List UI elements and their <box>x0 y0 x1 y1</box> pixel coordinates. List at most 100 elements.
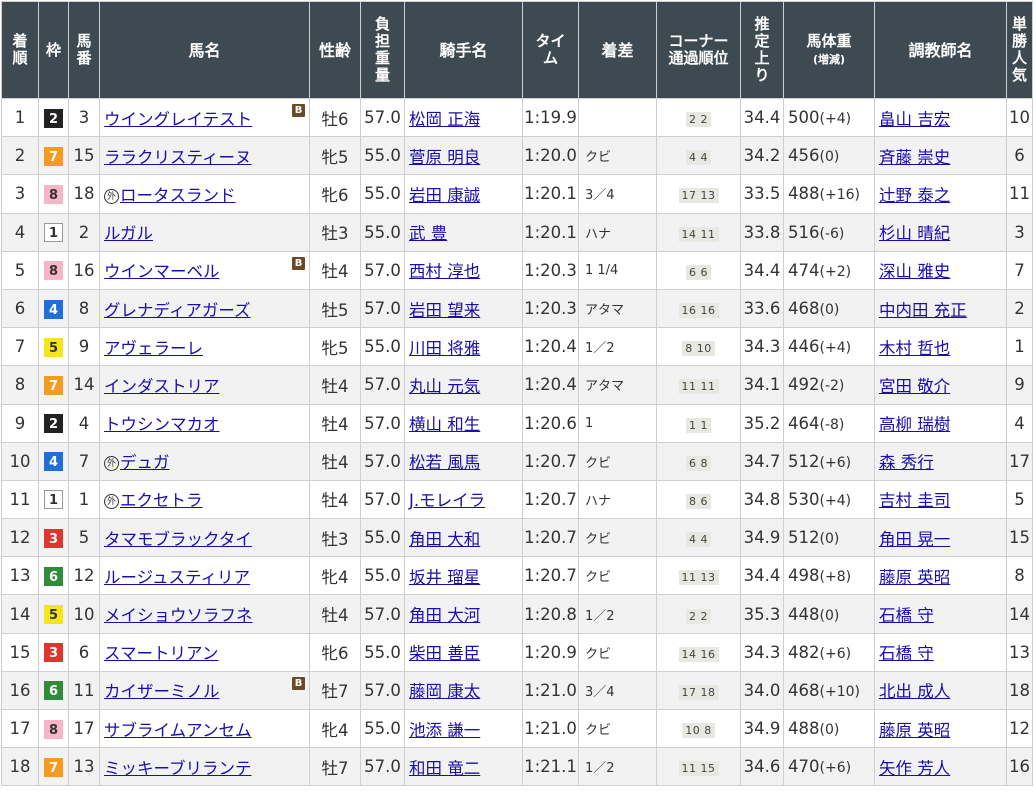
time-cell: 1:21.0 <box>522 670 579 711</box>
weight-cell: 57.0 <box>360 403 405 443</box>
jockey-link[interactable]: 武 豊 <box>409 224 447 243</box>
trainer-link[interactable]: 角田 晃一 <box>879 530 950 549</box>
horse-name-link[interactable]: インダストリア <box>104 377 220 396</box>
jockey-cell: 横山 和生 <box>404 403 523 443</box>
popularity-cell: 6 <box>1006 136 1033 176</box>
jockey-link[interactable]: 岩田 康誠 <box>409 186 480 205</box>
body-weight-change: (0) <box>819 302 840 319</box>
margin-cell: クビ <box>578 556 657 596</box>
jockey-link[interactable]: 角田 大和 <box>409 530 480 549</box>
trainer-link[interactable]: 木村 哲也 <box>879 339 950 358</box>
trainer-link[interactable]: 斉藤 崇史 <box>879 148 950 167</box>
jockey-link[interactable]: 藤岡 康太 <box>409 682 480 701</box>
corner-cell: 14 16 <box>656 632 741 672</box>
jockey-link[interactable]: 柴田 善臣 <box>409 644 480 663</box>
horse-name-link[interactable]: カイザーミノル <box>104 682 220 701</box>
trainer-link[interactable]: 矢作 芳人 <box>879 759 950 778</box>
jockey-link[interactable]: 西村 淳也 <box>409 262 480 281</box>
horse-name-link[interactable]: デュガ <box>120 453 170 472</box>
trainer-cell: 辻野 泰之 <box>874 174 1007 214</box>
header-rank: 着 順 <box>1 1 39 99</box>
horse-name-link[interactable]: タマモブラックタイ <box>104 530 252 549</box>
trainer-link[interactable]: 藤原 英昭 <box>879 568 950 587</box>
horse-name-cell: ウイングレイテスト B <box>99 97 310 138</box>
horse-name-link[interactable]: サブライムアンセム <box>104 721 252 740</box>
trainer-link[interactable]: 畠山 吉宏 <box>879 110 950 129</box>
body-weight-cell: 468(+10) <box>783 670 875 711</box>
horse-name-link[interactable]: ウインマーベル <box>104 262 220 281</box>
corner-positions: 6 8 <box>686 455 711 471</box>
jockey-link[interactable]: 丸山 元気 <box>409 377 480 396</box>
jockey-link[interactable]: 池添 謙一 <box>409 721 480 740</box>
horse-name-cell: サブライムアンセム <box>99 708 310 749</box>
horse-name-link[interactable]: ロータスランド <box>120 186 236 205</box>
jockey-link[interactable]: 岩田 望来 <box>409 301 480 320</box>
weight-cell: 55.0 <box>360 556 405 596</box>
time-cell: 1:20.7 <box>522 518 579 558</box>
frame-cell: 4 <box>38 288 69 329</box>
trainer-link[interactable]: 藤原 英昭 <box>879 721 950 740</box>
jockey-link[interactable]: 横山 和生 <box>409 415 480 434</box>
jockey-link[interactable]: 菅原 明良 <box>409 148 480 167</box>
trainer-link[interactable]: 宮田 敬介 <box>879 377 950 396</box>
body-weight-change: (+8) <box>819 569 852 586</box>
body-weight-cell: 482(+6) <box>783 632 875 672</box>
jockey-link[interactable]: J.モレイラ <box>409 491 485 510</box>
jockey-link[interactable]: 松若 風馬 <box>409 453 480 472</box>
horse-name-link[interactable]: スマートリアン <box>104 644 218 663</box>
body-weight-value: 470 <box>788 757 820 777</box>
horse-name-link[interactable]: ミッキーブリランテ <box>104 759 252 778</box>
table-row: 11 1 1 外エクセトラ 牡4 57.0 J.モレイラ 1:20.7 ハナ 8 6 34.8 530… <box>1 479 1033 520</box>
trainer-link[interactable]: 北出 成人 <box>879 682 950 701</box>
trainer-link[interactable]: 辻野 泰之 <box>879 186 950 205</box>
horse-name-link[interactable]: メイショウソラフネ <box>104 606 253 625</box>
corner-cell: 17 18 <box>656 670 741 711</box>
horse-name-link[interactable]: グレナディアガーズ <box>104 301 251 320</box>
margin-cell: 1 <box>578 403 657 443</box>
horse-name-link[interactable]: トウシンマカオ <box>104 415 220 434</box>
table-row: 9 2 4 トウシンマカオ 牡4 57.0 横山 和生 1:20.6 1 1 1 35.2 464(-… <box>1 403 1033 443</box>
jockey-link[interactable]: 川田 将雅 <box>409 339 480 358</box>
rank-cell: 3 <box>1 174 39 214</box>
table-row: 5 8 16 ウインマーベル B 牡4 57.0 西村 淳也 1:20.3 1 1/4 6 6 34.… <box>1 250 1033 290</box>
trainer-link[interactable]: 中内田 充正 <box>879 301 967 320</box>
trainer-link[interactable]: 森 秀行 <box>879 453 934 472</box>
margin-cell: アタマ <box>578 288 657 329</box>
horse-name-link[interactable]: エクセトラ <box>120 491 203 510</box>
last3f-cell: 34.1 <box>740 365 784 405</box>
body-weight-change: (+10) <box>819 683 860 700</box>
trainer-link[interactable]: 吉村 圭司 <box>879 491 950 510</box>
jockey-link[interactable]: 角田 大河 <box>409 606 480 625</box>
trainer-link[interactable]: 石橋 守 <box>879 606 934 625</box>
jockey-link[interactable]: 和田 竜二 <box>409 759 480 778</box>
margin-cell: クビ <box>578 441 657 481</box>
body-weight-value: 482 <box>788 642 820 662</box>
horse-name-link[interactable]: ララクリスティーヌ <box>104 148 252 167</box>
rank-cell: 18 <box>1 747 39 787</box>
trainer-cell: 深山 雅史 <box>874 250 1007 290</box>
jockey-cell: 菅原 明良 <box>404 136 523 176</box>
number-cell: 13 <box>68 747 100 787</box>
frame-badge: 5 <box>44 605 63 625</box>
corner-positions: 8 6 <box>686 493 711 509</box>
foreign-horse-icon: 外 <box>104 456 119 472</box>
jockey-link[interactable]: 松岡 正海 <box>409 110 480 129</box>
horse-name-link[interactable]: ルガル <box>104 224 153 243</box>
body-weight-value: 512 <box>788 451 820 471</box>
time-cell: 1:21.0 <box>522 708 579 749</box>
trainer-cell: 矢作 芳人 <box>874 747 1007 787</box>
horse-name-link[interactable]: ウイングレイテスト <box>104 110 252 129</box>
header-num: 馬 番 <box>68 1 100 99</box>
trainer-link[interactable]: 高柳 瑞樹 <box>879 415 950 434</box>
trainer-link[interactable]: 杉山 晴紀 <box>879 224 950 243</box>
trainer-link[interactable]: 深山 雅史 <box>879 262 950 281</box>
table-row: 15 3 6 スマートリアン 牝6 55.0 柴田 善臣 1:20.9 クビ 14 16 34.3 4… <box>1 632 1033 672</box>
body-weight-value: 448 <box>788 604 820 624</box>
horse-name-link[interactable]: アヴェラーレ <box>104 339 203 358</box>
sex-age-cell: 牝4 <box>309 708 361 749</box>
popularity-cell: 3 <box>1006 212 1033 252</box>
trainer-link[interactable]: 石橋 守 <box>879 644 934 663</box>
jockey-link[interactable]: 坂井 瑠星 <box>409 568 480 587</box>
horse-name-link[interactable]: ルージュスティリア <box>104 568 250 587</box>
corner-cell: 6 6 <box>656 250 741 290</box>
